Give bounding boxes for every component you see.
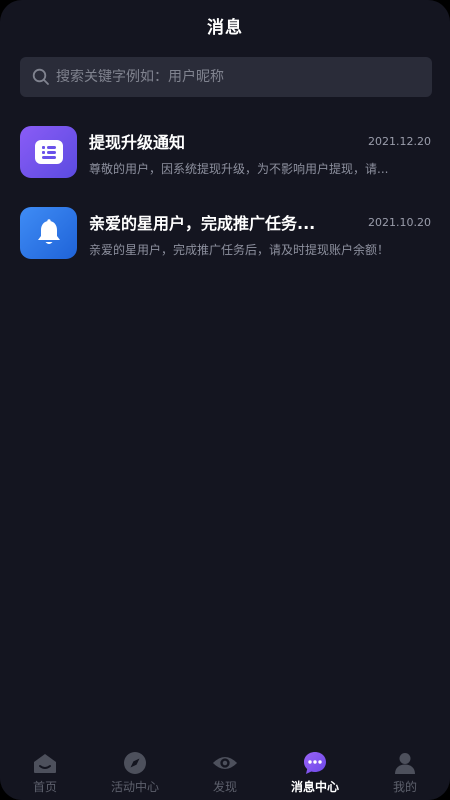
tab-label: 发现 — [212, 780, 237, 794]
message-title: 提现升级通知 — [89, 133, 186, 152]
bottom-tab-bar: 首页 活动中心 发现 消息中心 我的 — [0, 748, 450, 800]
message-item[interactable]: 提现升级通知 2021.12.20 尊敬的用户，因系统提现升级，为不影响用户提现… — [0, 124, 450, 180]
message-list: 提现升级通知 2021.12.20 尊敬的用户，因系统提现升级，为不影响用户提现… — [0, 124, 450, 286]
search-bar[interactable] — [20, 57, 432, 97]
message-title: 亲爱的星用户，完成推广任务... — [89, 214, 316, 233]
tab-home[interactable]: 首页 — [0, 748, 90, 795]
eye-icon — [212, 750, 238, 776]
search-icon — [32, 68, 50, 86]
bell-icon — [20, 207, 77, 259]
tab-label: 活动中心 — [110, 780, 159, 794]
message-date: 2021.10.20 — [368, 216, 431, 229]
page-title: 消息 — [207, 17, 243, 38]
message-list-icon — [20, 126, 77, 178]
tab-label: 消息中心 — [290, 780, 339, 794]
header: 消息 — [0, 0, 450, 50]
tab-discover[interactable]: 发现 — [180, 748, 270, 795]
app-screen: 消息 提现升级通知 2021.12.20 — [0, 0, 450, 800]
message-preview: 亲爱的星用户，完成推广任务后，请及时提现账户余额！ — [89, 243, 390, 257]
compass-icon — [122, 750, 148, 776]
tab-message-center[interactable]: 消息中心 — [270, 748, 360, 795]
chat-bubble-icon — [302, 750, 328, 776]
tab-profile[interactable]: 我的 — [360, 748, 450, 795]
message-item[interactable]: 亲爱的星用户，完成推广任务... 2021.10.20 亲爱的星用户，完成推广任… — [0, 205, 450, 261]
tab-activity-center[interactable]: 活动中心 — [90, 748, 180, 795]
search-input[interactable] — [56, 69, 432, 85]
tab-label: 我的 — [392, 780, 417, 794]
user-icon — [392, 750, 418, 776]
message-date: 2021.12.20 — [368, 135, 431, 148]
home-icon — [32, 750, 58, 776]
message-preview: 尊敬的用户，因系统提现升级，为不影响用户提现，请... — [89, 162, 389, 176]
tab-label: 首页 — [32, 780, 57, 794]
